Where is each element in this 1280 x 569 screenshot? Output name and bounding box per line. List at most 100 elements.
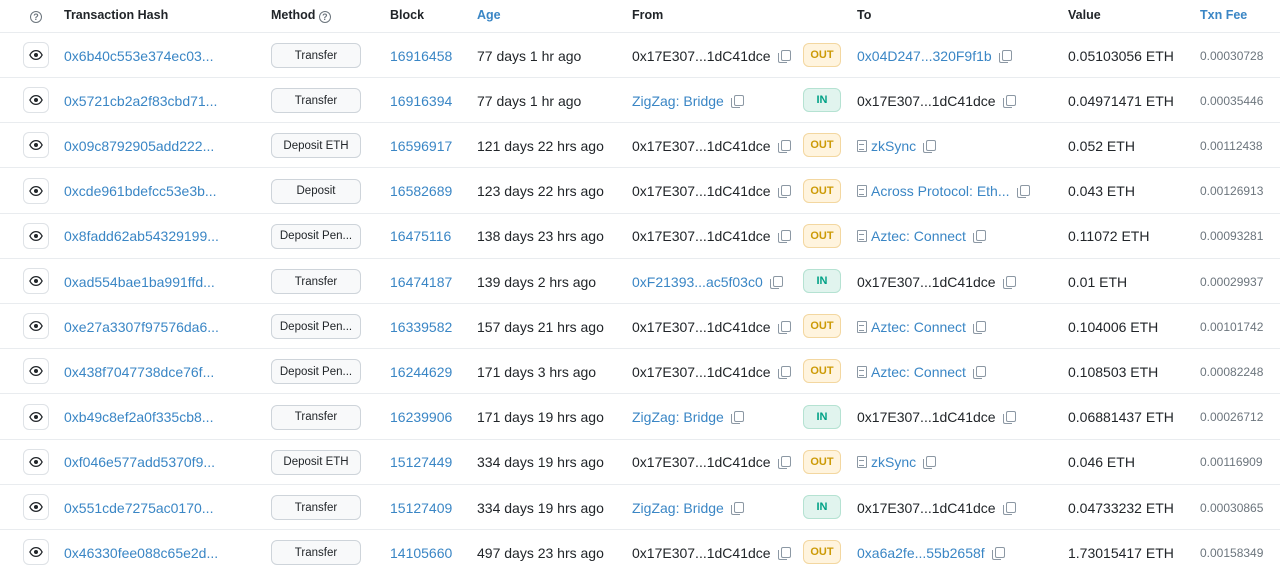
copy-icon[interactable] [777,365,791,379]
to-address-text[interactable]: Aztec: Connect [871,319,966,335]
copy-icon[interactable] [1002,501,1016,515]
block-link[interactable]: 15127409 [390,485,452,530]
view-details-eye-icon[interactable] [23,87,49,114]
transaction-hash-link[interactable]: 0x09c8792905add222... [64,123,214,168]
to-address-text[interactable]: Aztec: Connect [871,364,966,380]
block-link[interactable]: 16916394 [390,78,452,123]
col-txn-fee-toggle[interactable]: Txn Fee [1200,8,1247,22]
from-address-text: 0x17E307...1dC41dce [632,318,771,335]
copy-icon[interactable] [1002,275,1016,289]
copy-icon[interactable] [730,411,744,425]
copy-icon[interactable] [777,139,791,153]
block-link[interactable]: 16596917 [390,123,452,168]
from-address: 0xF21393...ac5f03c0 [632,259,783,304]
copy-icon[interactable] [777,320,791,334]
txn-fee-text: 0.00126913 [1200,184,1264,199]
from-address: 0x17E307...1dC41dce [632,123,791,168]
copy-icon[interactable] [777,546,791,560]
from-address: 0x17E307...1dC41dce [632,214,791,259]
transaction-hash-link[interactable]: 0x551cde7275ac0170... [64,485,213,530]
transaction-hash-link[interactable]: 0xad554bae1ba991ffd... [64,259,215,304]
view-details-eye-icon[interactable] [23,177,49,204]
view-details-eye-icon[interactable] [23,358,49,385]
view-details-eye-icon[interactable] [23,42,49,68]
col-to: To [857,8,872,22]
from-address-text[interactable]: ZigZag: Bridge [632,500,724,516]
value-text: 0.043 ETH [1068,183,1135,200]
block-link[interactable]: 16475116 [390,214,451,259]
view-details-eye-icon[interactable] [23,494,49,520]
copy-icon[interactable] [998,49,1012,63]
direction-badge: IN [803,269,841,293]
copy-icon[interactable] [1002,411,1016,425]
block-link[interactable]: 16474187 [390,259,452,304]
block-link[interactable]: 16916458 [390,33,452,78]
method-help-icon[interactable]: ? [318,11,331,23]
method-badge: Transfer [271,404,361,430]
transaction-hash-link[interactable]: 0x6b40c553e374ec03... [64,33,213,78]
txn-fee-text: 0.00082248 [1200,364,1264,379]
copy-icon[interactable] [923,139,937,153]
transaction-hash-link[interactable]: 0x438f7047738dce76f... [64,349,214,394]
copy-icon[interactable] [777,456,791,470]
transaction-hash-link[interactable]: 0x46330fee088c65e2d... [64,530,218,569]
view-details-eye-icon[interactable] [23,222,49,249]
to-address-text[interactable]: Across Protocol: Eth... [871,183,1010,199]
table-header: ? Transaction Hash Method ? Block Age Fr… [0,0,1280,33]
value-text: 0.104006 ETH [1068,318,1159,335]
age-text: 171 days 3 hrs ago [477,363,597,380]
value-text: 0.01 ETH [1068,273,1128,290]
copy-icon[interactable] [972,365,986,379]
txn-fee-text: 0.00116909 [1200,455,1263,470]
to-address: Aztec: Connect [857,214,986,259]
col-age-toggle[interactable]: Age [477,8,501,22]
view-details-eye-icon[interactable] [23,403,49,430]
view-details-eye-icon[interactable] [23,539,49,566]
copy-icon[interactable] [777,185,791,199]
from-address-text[interactable]: ZigZag: Bridge [632,93,724,109]
transaction-hash-link[interactable]: 0xf046e577add5370f9... [64,440,215,485]
copy-icon[interactable] [972,230,986,244]
from-address-text[interactable]: ZigZag: Bridge [632,409,724,425]
block-link[interactable]: 14105660 [390,530,452,569]
block-link[interactable]: 16339582 [390,304,452,349]
from-address-text: 0x17E307...1dC41dce [632,363,771,380]
to-address-text[interactable]: zkSync [871,454,916,470]
to-address-text[interactable]: Aztec: Connect [871,228,966,244]
block-link[interactable]: 16239906 [390,395,452,440]
copy-icon[interactable] [777,230,791,244]
transaction-hash-link[interactable]: 0xb49c8ef2a0f335cb8... [64,395,213,440]
to-address: Aztec: Connect [857,304,986,349]
to-address-text[interactable]: 0xa6a2fe...55b2658f [857,545,985,561]
view-details-eye-icon[interactable] [23,268,49,294]
copy-icon[interactable] [730,94,744,108]
transaction-hash-link[interactable]: 0xe27a3307f97576da6... [64,304,219,349]
from-address-text: 0x17E307...1dC41dce [632,137,771,154]
copy-icon[interactable] [991,546,1005,560]
transaction-hash-link[interactable]: 0x8fadd62ab54329199... [64,214,219,259]
txn-fee-text: 0.00158349 [1200,545,1264,560]
col-value: Value [1068,8,1101,22]
copy-icon[interactable] [972,320,986,334]
transaction-hash-link[interactable]: 0x5721cb2a2f83cbd71... [64,78,217,123]
from-address: 0x17E307...1dC41dce [632,530,791,569]
block-link[interactable]: 15127449 [390,440,452,485]
table-row: 0x6b40c553e374ec03... Transfer 16916458 77 … [0,33,1280,78]
copy-icon[interactable] [923,456,937,470]
col-from: From [632,8,664,22]
block-link[interactable]: 16244629 [390,349,452,394]
transaction-hash-link[interactable]: 0xcde961bdefcc53e3b... [64,169,217,214]
to-address-text[interactable]: zkSync [871,138,916,154]
copy-icon[interactable] [1016,185,1030,199]
copy-icon[interactable] [730,501,744,515]
help-icon[interactable]: ? [30,8,42,23]
copy-icon[interactable] [1002,94,1016,108]
to-address-text[interactable]: 0x04D247...320F9f1b [857,48,992,64]
view-details-eye-icon[interactable] [23,132,49,159]
copy-icon[interactable] [769,275,783,289]
from-address-text[interactable]: 0xF21393...ac5f03c0 [632,274,763,290]
view-details-eye-icon[interactable] [23,448,49,475]
copy-icon[interactable] [777,49,791,63]
block-link[interactable]: 16582689 [390,169,452,214]
view-details-eye-icon[interactable] [23,313,49,340]
